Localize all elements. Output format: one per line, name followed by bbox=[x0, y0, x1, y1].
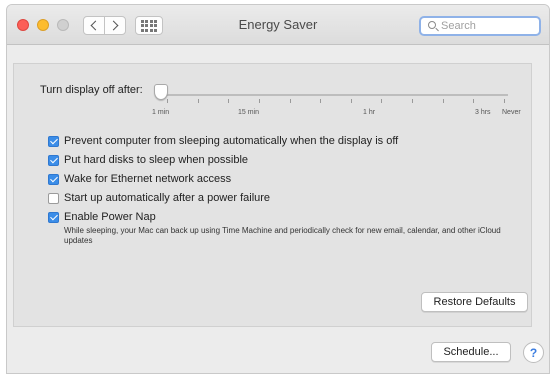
disk-sleep-label: Put hard disks to sleep when possible bbox=[64, 154, 249, 166]
option-auto-startup[interactable]: Start up automatically after a power fai… bbox=[48, 192, 270, 204]
slider-tick bbox=[258, 99, 260, 103]
search-icon bbox=[428, 21, 436, 29]
tick-label-15-min: 15 min bbox=[238, 109, 260, 116]
option-wake-ethernet[interactable]: Wake for Ethernet network access bbox=[48, 173, 231, 185]
title-bar: Energy Saver Search bbox=[7, 5, 549, 45]
schedule-button[interactable]: Schedule... bbox=[431, 342, 511, 362]
power-nap-label: Enable Power Nap bbox=[64, 211, 156, 223]
slider-tick bbox=[412, 99, 414, 103]
power-nap-checkbox[interactable] bbox=[48, 211, 59, 223]
display-sleep-label: Turn display off after: bbox=[40, 84, 143, 96]
option-power-nap[interactable]: Enable Power Nap bbox=[48, 211, 156, 223]
tick-label-3-hrs: 3 hrs bbox=[475, 109, 491, 116]
slider-tick bbox=[473, 99, 475, 103]
tick-label-never: Never bbox=[502, 109, 521, 116]
tick-label-1-min: 1 min bbox=[152, 109, 170, 116]
wake-ethernet-label: Wake for Ethernet network access bbox=[64, 173, 232, 185]
slider-tick bbox=[381, 99, 383, 103]
slider-tick bbox=[504, 99, 505, 103]
tick-label-1-hr: 1 hr bbox=[363, 109, 376, 116]
auto-startup-checkbox[interactable] bbox=[48, 192, 59, 204]
slider-tick bbox=[197, 99, 199, 103]
search-placeholder: Search bbox=[441, 20, 476, 32]
search-field[interactable]: Search bbox=[419, 16, 541, 36]
auto-startup-label: Start up automatically after a power fai… bbox=[64, 192, 271, 204]
disk-sleep-checkbox[interactable] bbox=[48, 154, 59, 166]
slider-tick bbox=[350, 99, 352, 103]
help-button[interactable]: ? bbox=[523, 342, 544, 363]
display-sleep-slider-thumb[interactable] bbox=[154, 84, 168, 100]
slider-tick bbox=[442, 99, 444, 103]
wake-ethernet-checkbox[interactable] bbox=[48, 173, 59, 185]
prevent-sleep-checkbox[interactable] bbox=[48, 135, 59, 147]
slider-tick bbox=[228, 99, 230, 103]
option-disk-sleep[interactable]: Put hard disks to sleep when possible bbox=[48, 154, 248, 166]
display-sleep-slider-track[interactable] bbox=[161, 94, 508, 96]
slider-tick bbox=[320, 99, 322, 103]
power-nap-description: While sleeping, your Mac can back up usi… bbox=[64, 226, 501, 245]
option-prevent-sleep[interactable]: Prevent computer from sleeping automatic… bbox=[48, 135, 398, 147]
slider-tick bbox=[289, 99, 291, 103]
slider-tick bbox=[167, 99, 168, 103]
prevent-sleep-label: Prevent computer from sleeping automatic… bbox=[64, 135, 399, 147]
restore-defaults-button[interactable]: Restore Defaults bbox=[421, 292, 528, 312]
